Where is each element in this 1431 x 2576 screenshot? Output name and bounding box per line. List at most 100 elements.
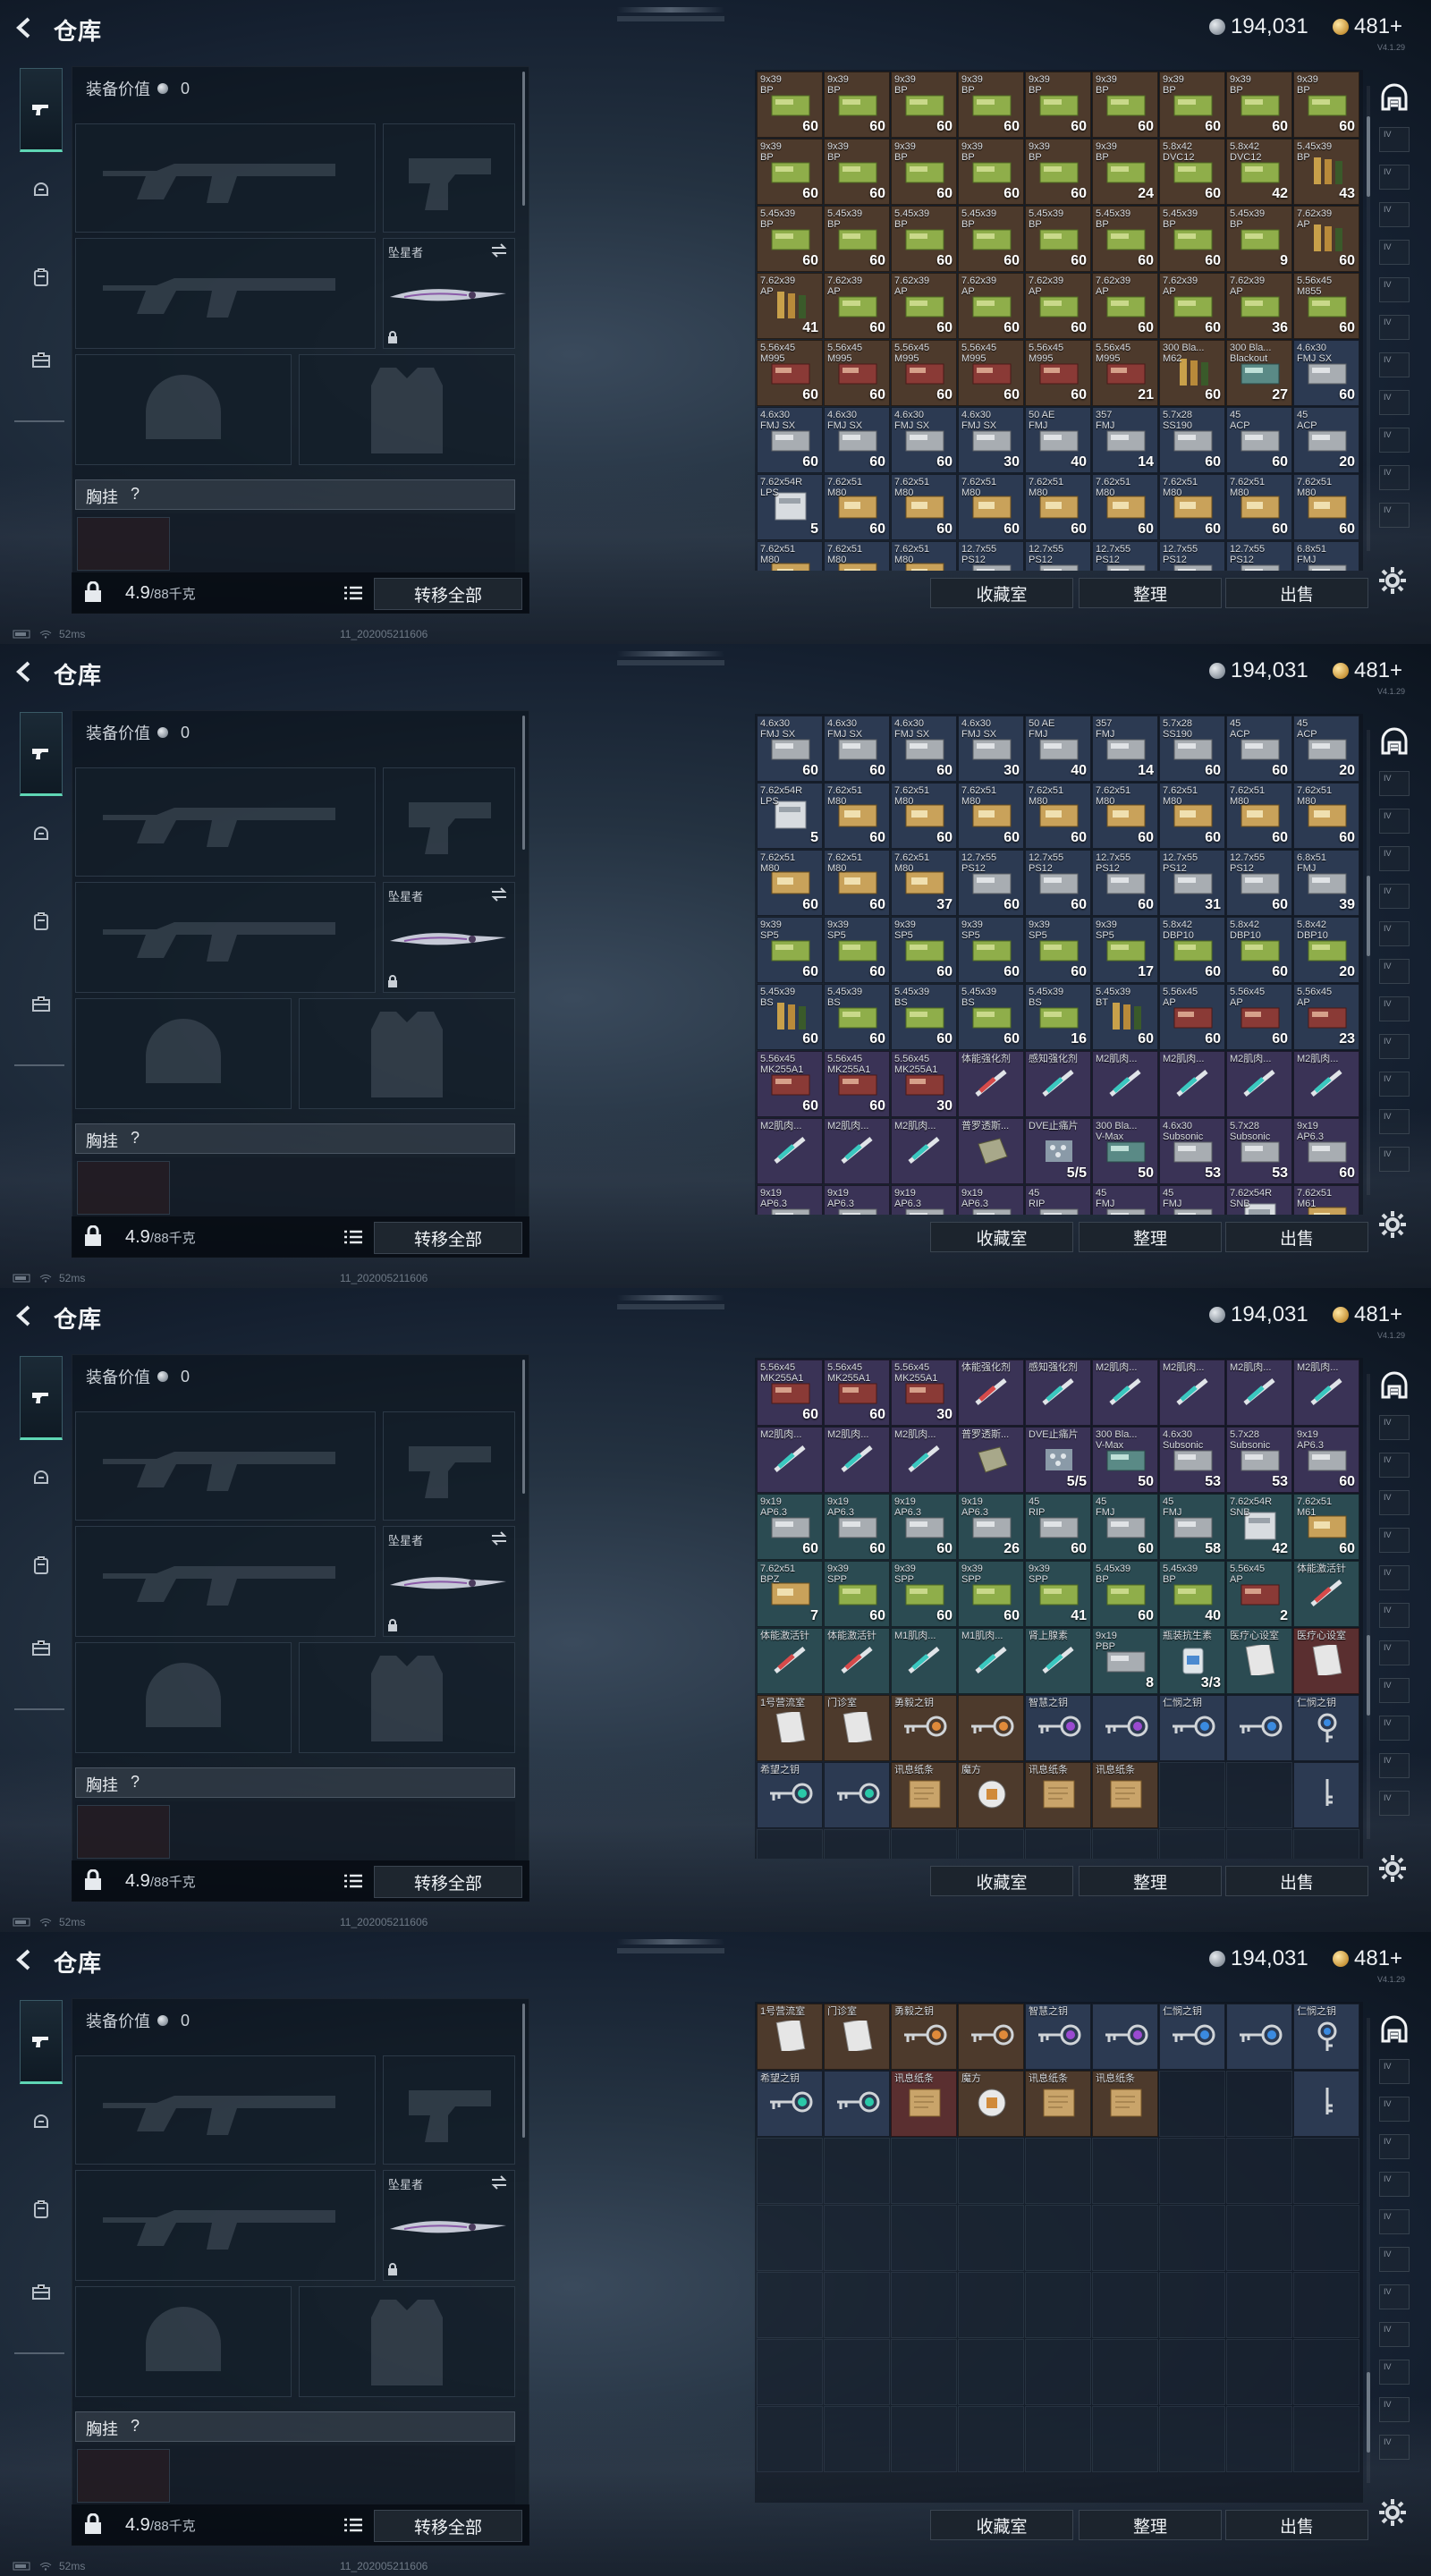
sort-button[interactable]: 整理 xyxy=(1079,2510,1222,2540)
empty-grid-cell[interactable] xyxy=(891,2205,957,2271)
inventory-item[interactable]: 9x39 BP 60 xyxy=(958,72,1024,138)
inventory-item[interactable]: 5.45x39 BP 60 xyxy=(1159,206,1225,272)
container-slot[interactable]: IV xyxy=(1379,2097,1410,2122)
container-slot[interactable]: IV xyxy=(1379,1640,1410,1665)
inventory-item[interactable]: 7.62x51 M80 60 xyxy=(1159,474,1225,540)
empty-grid-cell[interactable] xyxy=(1159,1829,1225,1859)
container-slot[interactable]: IV xyxy=(1379,846,1410,871)
warehouse-scrollbar[interactable] xyxy=(1367,2018,1370,2483)
swap-icon[interactable] xyxy=(490,887,508,902)
inventory-item[interactable]: 9x19 AP6.3 60 xyxy=(824,1494,890,1560)
empty-grid-cell[interactable] xyxy=(1226,2071,1292,2137)
inventory-item[interactable]: 9x39 BP 60 xyxy=(757,72,823,138)
inventory-item[interactable]: 9x19 AP6.3 60 xyxy=(891,1494,957,1560)
empty-grid-cell[interactable] xyxy=(1293,2205,1359,2271)
container-slot[interactable]: IV xyxy=(1379,315,1410,340)
list-icon[interactable] xyxy=(343,585,363,601)
container-slot[interactable]: IV xyxy=(1379,202,1410,227)
container-slot[interactable]: IV xyxy=(1379,884,1410,909)
back-arrow-icon[interactable] xyxy=(13,1304,36,1327)
inventory-item[interactable]: 357 FMJ 14 xyxy=(1092,407,1158,473)
inventory-item[interactable]: 4.6x30 FMJ SX 60 xyxy=(891,716,957,782)
empty-grid-cell[interactable] xyxy=(1025,2339,1091,2405)
inventory-item[interactable]: 7.62x51 M80 60 xyxy=(1092,783,1158,849)
inventory-item[interactable]: 12.7x55 PS12 xyxy=(958,541,1024,571)
inventory-item[interactable] xyxy=(1092,1695,1158,1761)
inventory-item[interactable]: 仁悯之钥 xyxy=(1159,2004,1225,2070)
empty-grid-cell[interactable] xyxy=(1159,2406,1225,2472)
inventory-item[interactable]: 5.45x39 BP 60 xyxy=(1025,206,1091,272)
list-icon[interactable] xyxy=(343,1873,363,1889)
inventory-item[interactable]: 9x39 SPP 41 xyxy=(1025,1561,1091,1627)
empty-grid-cell[interactable] xyxy=(1092,2406,1158,2472)
inventory-item[interactable]: 5.56x45 M995 60 xyxy=(1025,340,1091,406)
inventory-item[interactable]: 5.56x45 M995 60 xyxy=(824,340,890,406)
inventory-item[interactable]: 体能激活针 xyxy=(1293,1561,1359,1627)
empty-grid-cell[interactable] xyxy=(1293,2406,1359,2472)
chest-rig-header[interactable] xyxy=(75,1123,515,1154)
empty-grid-cell[interactable] xyxy=(1092,2339,1158,2405)
tab-helmet[interactable] xyxy=(20,812,63,855)
equipment-scrollbar[interactable] xyxy=(522,716,525,850)
inventory-item[interactable]: 7.62x51 M80 60 xyxy=(1293,474,1359,540)
pistol-slot[interactable] xyxy=(383,123,515,233)
container-slot[interactable]: IV xyxy=(1379,2134,1410,2159)
inventory-item[interactable]: 7.62x51 M80 60 xyxy=(891,783,957,849)
inventory-item[interactable]: 7.62x51 M80 60 xyxy=(958,783,1024,849)
inventory-item[interactable]: 7.62x39 AP 60 xyxy=(1025,273,1091,339)
inventory-item[interactable]: 7.62x51 M61 60 xyxy=(1293,1494,1359,1560)
chest-rig-header[interactable] xyxy=(75,479,515,510)
gold-currency[interactable]: 481+ xyxy=(1333,1302,1402,1327)
container-slot[interactable]: IV xyxy=(1379,503,1410,528)
inventory-item[interactable]: 4.6x30 FMJ SX 60 xyxy=(1293,340,1359,406)
inventory-item[interactable]: M2肌肉... xyxy=(824,1427,890,1493)
tab-case[interactable] xyxy=(20,338,63,381)
container-slot[interactable]: IV xyxy=(1379,1147,1410,1172)
inventory-item[interactable]: 7.62x39 AP 41 xyxy=(757,273,823,339)
inventory-item[interactable]: 7.62x39 AP 60 xyxy=(1293,206,1359,272)
container-slot[interactable]: IV xyxy=(1379,1678,1410,1703)
inventory-item[interactable]: 45 ACP 20 xyxy=(1293,407,1359,473)
warehouse-home-icon[interactable] xyxy=(1377,80,1411,114)
inventory-item[interactable]: 7.62x51 M80 60 xyxy=(1025,474,1091,540)
inventory-item[interactable]: 魔方 xyxy=(958,1762,1024,1828)
inventory-item[interactable]: 5.45x39 BS 60 xyxy=(757,984,823,1050)
inventory-item[interactable]: 5.56x45 AP 60 xyxy=(1226,984,1292,1050)
inventory-item[interactable]: 50 AE FMJ 40 xyxy=(1025,716,1091,782)
container-slot[interactable]: IV xyxy=(1379,1490,1410,1515)
inventory-item[interactable]: 5.45x39 BS 60 xyxy=(891,984,957,1050)
chest-rig-slot[interactable] xyxy=(77,517,170,571)
inventory-item[interactable]: 5.56x45 AP 60 xyxy=(1159,984,1225,1050)
settings-gear-icon[interactable] xyxy=(1377,2497,1408,2528)
inventory-item[interactable]: 仁悯之钥 xyxy=(1159,1695,1225,1761)
inventory-item[interactable]: 4.6x30 FMJ SX 30 xyxy=(958,716,1024,782)
inventory-item[interactable]: 12.7x55 PS12 60 xyxy=(1092,850,1158,916)
empty-grid-cell[interactable] xyxy=(1226,1762,1292,1828)
primary-weapon-slot[interactable] xyxy=(75,767,376,877)
inventory-item[interactable]: 5.7x28 SS190 60 xyxy=(1159,407,1225,473)
warehouse-home-icon[interactable] xyxy=(1377,1368,1411,1402)
empty-grid-cell[interactable] xyxy=(1159,2138,1225,2204)
empty-grid-cell[interactable] xyxy=(757,2272,823,2338)
inventory-item[interactable]: 5.45x39 BP 43 xyxy=(1293,139,1359,205)
collection-room-button[interactable]: 收藏室 xyxy=(930,578,1073,608)
chest-rig-help-icon[interactable]: ? xyxy=(131,2417,140,2436)
inventory-item[interactable]: 7.62x39 AP 60 xyxy=(824,273,890,339)
inventory-item[interactable]: 7.62x51 M80 60 xyxy=(1226,474,1292,540)
empty-grid-cell[interactable] xyxy=(757,2138,823,2204)
inventory-item[interactable]: 9x19 AP6.3 60 xyxy=(1293,1427,1359,1493)
inventory-item[interactable]: 5.8x42 DBP10 60 xyxy=(1226,917,1292,983)
sell-button[interactable]: 出售 xyxy=(1225,578,1368,608)
container-slot[interactable]: IV xyxy=(1379,2172,1410,2197)
tab-backpack[interactable] xyxy=(20,900,63,943)
tab-weapons[interactable] xyxy=(20,68,63,152)
empty-grid-cell[interactable] xyxy=(891,2138,957,2204)
inventory-item[interactable]: 9x19 AP6.3 60 xyxy=(1293,1118,1359,1184)
container-slot[interactable]: IV xyxy=(1379,2284,1410,2309)
tab-weapons[interactable] xyxy=(20,1356,63,1440)
empty-grid-cell[interactable] xyxy=(1226,2205,1292,2271)
inventory-item[interactable]: 5.8x42 DVC12 42 xyxy=(1226,139,1292,205)
inventory-item[interactable]: 9x19 AP6.3 xyxy=(757,1185,823,1215)
inventory-item[interactable] xyxy=(1293,1762,1359,1828)
inventory-item[interactable]: 讯息纸条 xyxy=(891,2071,957,2137)
